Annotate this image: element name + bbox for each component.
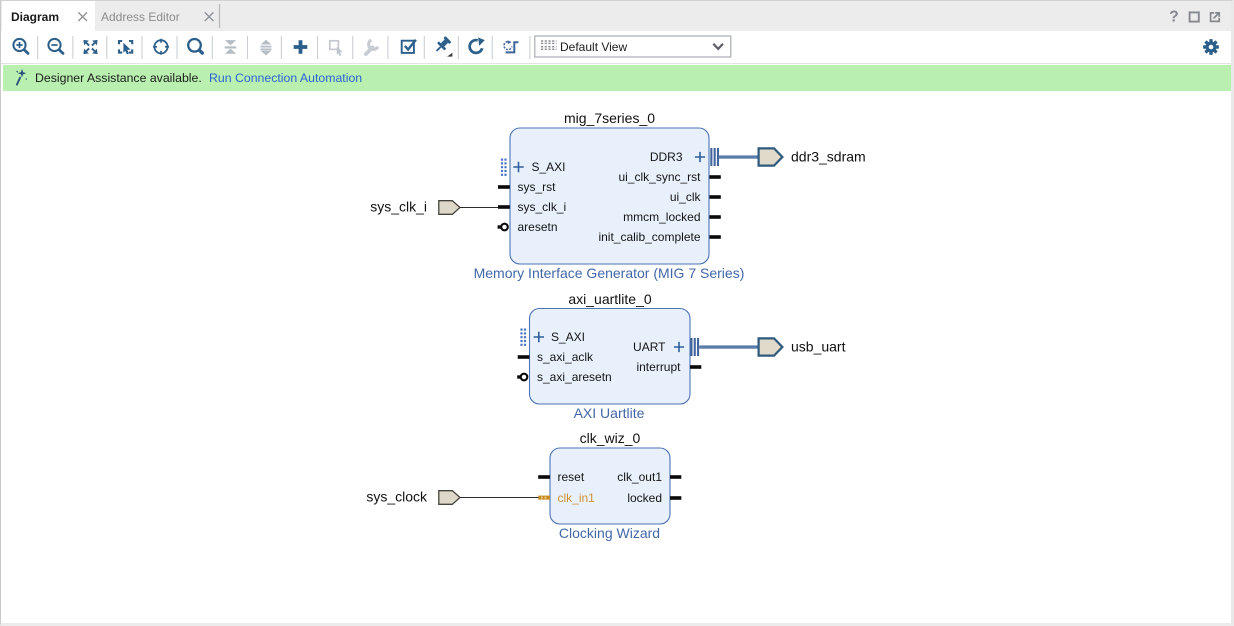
svg-text:mig_7series_0: mig_7series_0 (564, 110, 655, 126)
svg-text:reset: reset (558, 470, 585, 484)
svg-text:ui_clk: ui_clk (670, 190, 702, 204)
svg-text:sys_clk_i: sys_clk_i (518, 200, 567, 214)
svg-text:axi_uartlite_0: axi_uartlite_0 (568, 291, 651, 307)
svg-text:UART: UART (633, 340, 666, 354)
svg-text:sys_rst: sys_rst (518, 180, 557, 194)
svg-text:s_axi_aresetn: s_axi_aresetn (537, 370, 612, 384)
svg-text:locked: locked (627, 491, 662, 505)
svg-text:aresetn: aresetn (518, 220, 558, 234)
svg-text:clk_wiz_0: clk_wiz_0 (580, 430, 641, 446)
svg-text:Default View: Default View (560, 40, 627, 54)
svg-text:interrupt: interrupt (636, 360, 681, 374)
svg-text:Memory Interface Generator (MI: Memory Interface Generator (MIG 7 Series… (474, 265, 745, 281)
svg-text:mmcm_locked: mmcm_locked (623, 210, 700, 224)
svg-text:usb_uart: usb_uart (791, 339, 846, 355)
svg-text:ui_clk_sync_rst: ui_clk_sync_rst (618, 170, 701, 184)
svg-text:DDR3: DDR3 (650, 150, 683, 164)
svg-text:clk_in1: clk_in1 (558, 491, 596, 505)
svg-text:AXI Uartlite: AXI Uartlite (574, 405, 645, 421)
svg-text:s_axi_aclk: s_axi_aclk (537, 350, 594, 364)
svg-text:init_calib_complete: init_calib_complete (598, 230, 700, 244)
svg-text:S_AXI: S_AXI (532, 160, 566, 174)
svg-text:?: ? (1169, 9, 1178, 26)
svg-text:ddr3_sdram: ddr3_sdram (791, 149, 866, 165)
svg-text:S_AXI: S_AXI (551, 330, 585, 344)
svg-text:clk_out1: clk_out1 (617, 470, 662, 484)
svg-text:Clocking Wizard: Clocking Wizard (559, 525, 660, 541)
svg-text:sys_clk_i: sys_clk_i (370, 199, 427, 215)
svg-text:sys_clock: sys_clock (366, 489, 428, 505)
